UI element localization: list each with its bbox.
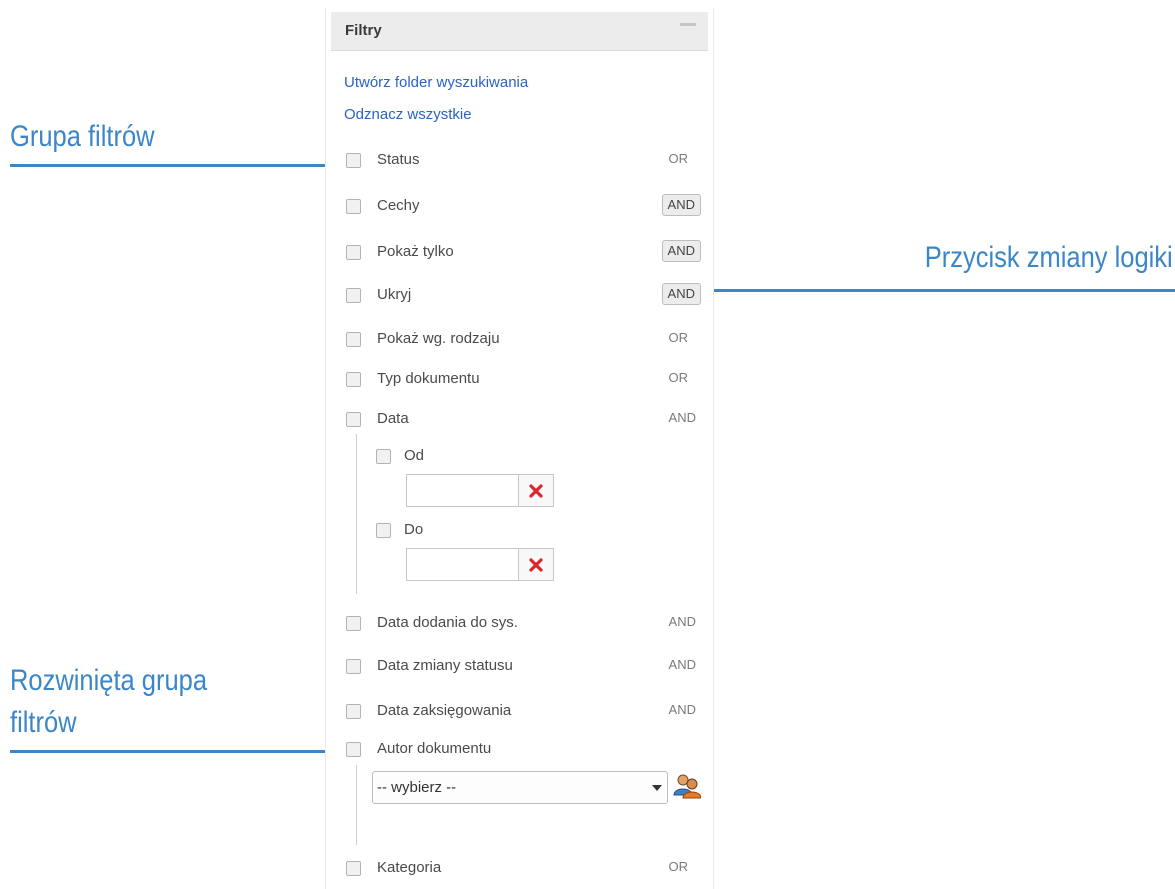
author-select[interactable]: -- wybierz -- (372, 771, 668, 804)
filter-checkbox[interactable] (346, 412, 361, 427)
filter-label: Data dodania do sys. (377, 614, 518, 631)
filter-row-document-author: Autor dokumentu (346, 739, 696, 763)
user-picker-icon[interactable] (673, 773, 702, 799)
date-from-input[interactable] (407, 475, 518, 506)
filter-row-date-added: Data dodania do sys. AND (346, 613, 696, 637)
clear-icon[interactable] (518, 475, 553, 506)
uncheck-all-link[interactable]: Odznacz wszystkie (344, 106, 472, 123)
minimize-icon[interactable] (680, 23, 696, 26)
clear-icon[interactable] (518, 549, 553, 580)
filter-logic: AND (668, 657, 696, 672)
filter-logic: OR (668, 330, 689, 345)
filter-label: Data zmiany statusu (377, 657, 513, 674)
filter-panel: Filtry Utwórz folder wyszukiwania Odznac… (325, 8, 714, 889)
filter-label: Cechy (377, 197, 420, 214)
annotation-expanded-group-line (10, 750, 335, 753)
filter-checkbox[interactable] (346, 332, 361, 347)
filter-logic: OR (668, 859, 689, 874)
annotation-expanded-group-line2: filtrów (10, 706, 77, 739)
date-from-input-group (406, 474, 554, 507)
filter-checkbox[interactable] (346, 616, 361, 631)
annotation-expanded-group-line1: Rozwinięta grupa (10, 664, 208, 697)
filter-row-posting-date: Data zaksięgowania AND (346, 701, 696, 725)
date-to-input[interactable] (407, 549, 518, 580)
date-to-input-group (406, 548, 554, 581)
panel-title: Filtry (345, 22, 382, 39)
filter-checkbox[interactable] (346, 704, 361, 719)
create-search-folder-link[interactable]: Utwórz folder wyszukiwania (344, 74, 528, 91)
annotation-logic-button-line (712, 289, 1175, 292)
filter-logic: AND (668, 410, 696, 425)
filter-checkbox[interactable] (346, 245, 361, 260)
filter-logic: OR (668, 370, 689, 385)
filter-row-status: Status OR (346, 150, 688, 174)
filter-label: Ukryj (377, 286, 412, 303)
logic-toggle-button[interactable]: AND (661, 240, 701, 262)
filter-checkbox[interactable] (346, 659, 361, 674)
filter-label: Status (377, 151, 420, 168)
filter-row-cechy: Cechy AND (346, 194, 701, 220)
panel-header: Filtry (331, 12, 708, 51)
filter-label: Data zaksięgowania (377, 702, 512, 719)
chevron-down-icon (652, 785, 662, 791)
filter-checkbox[interactable] (346, 153, 361, 168)
logic-toggle-button[interactable]: AND (661, 194, 701, 216)
filter-logic: AND (668, 702, 696, 717)
annotation-filter-group-line (10, 164, 335, 167)
filter-row-date: Data AND (346, 409, 696, 433)
filter-label: Autor dokumentu (377, 740, 492, 757)
filter-row-status-change-date: Data zmiany statusu AND (346, 656, 696, 680)
date-from-label: Od (404, 447, 425, 464)
annotation-filter-group: Grupa filtrów (10, 120, 155, 153)
annotation-logic-button: Przycisk zmiany logiki (925, 241, 1173, 274)
filter-checkbox[interactable] (346, 199, 361, 214)
date-from-checkbox[interactable] (376, 449, 391, 464)
filter-label: Pokaż wg. rodzaju (377, 330, 500, 347)
date-to-label: Do (404, 521, 424, 538)
filter-label: Data (377, 410, 409, 427)
author-group-tree-line (356, 765, 357, 845)
filter-checkbox[interactable] (346, 742, 361, 757)
date-to-row: Do (376, 520, 496, 544)
filter-row-show-only: Pokaż tylko AND (346, 240, 701, 266)
filter-checkbox[interactable] (346, 372, 361, 387)
filter-checkbox[interactable] (346, 288, 361, 303)
filter-label: Kategoria (377, 859, 442, 876)
filter-row-show-by-kind: Pokaż wg. rodzaju OR (346, 329, 688, 353)
filter-row-document-type: Typ dokumentu OR (346, 369, 688, 393)
date-group-tree-line (356, 434, 357, 594)
filter-logic: AND (668, 614, 696, 629)
filter-row-category: Kategoria OR (346, 858, 688, 882)
filter-label: Pokaż tylko (377, 243, 454, 260)
filter-row-hide: Ukryj AND (346, 283, 701, 309)
date-to-checkbox[interactable] (376, 523, 391, 538)
filter-label: Typ dokumentu (377, 370, 480, 387)
filter-checkbox[interactable] (346, 861, 361, 876)
date-from-row: Od (376, 446, 496, 470)
logic-toggle-button[interactable]: AND (661, 283, 701, 305)
filter-logic: OR (668, 151, 689, 166)
author-select-value: -- wybierz -- (377, 779, 457, 796)
